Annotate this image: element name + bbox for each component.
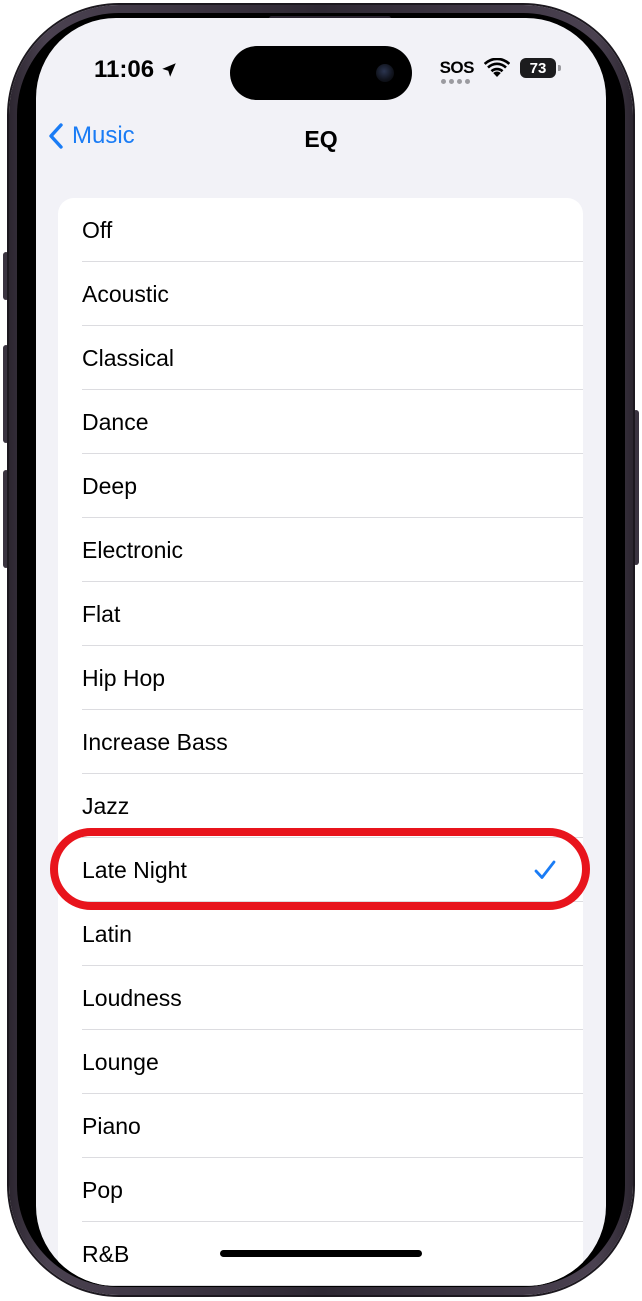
front-camera — [376, 64, 394, 82]
eq-option-label: Deep — [82, 472, 137, 499]
eq-option-label: Off — [82, 216, 113, 243]
eq-option-label: Loudness — [82, 984, 182, 1011]
eq-option-latin[interactable]: Latin — [58, 902, 583, 966]
eq-option-label: Latin — [82, 920, 132, 947]
eq-option-label: Hip Hop — [82, 664, 166, 691]
eq-option-flat[interactable]: Flat — [58, 582, 583, 646]
eq-option-label: Pop — [82, 1176, 123, 1203]
eq-option-label: R&B — [82, 1240, 130, 1267]
eq-option-label: Late Night — [82, 856, 187, 883]
eq-option-hip-hop[interactable]: Hip Hop — [58, 646, 583, 710]
eq-option-label: Flat — [82, 600, 121, 627]
eq-option-label: Piano — [82, 1112, 141, 1139]
eq-option-deep[interactable]: Deep — [58, 454, 583, 518]
eq-option-increase-bass[interactable]: Increase Bass — [58, 710, 583, 774]
signal-dots — [440, 79, 470, 84]
page-title: EQ — [304, 126, 338, 152]
eq-option-electronic[interactable]: Electronic — [58, 518, 583, 582]
eq-option-label: Classical — [82, 344, 175, 371]
checkmark-icon — [534, 860, 556, 879]
power-button — [633, 410, 639, 565]
eq-option-label: Increase Bass — [82, 728, 228, 755]
eq-option-label: Acoustic — [82, 280, 169, 307]
eq-option-label: Dance — [82, 408, 149, 435]
eq-option-label: Jazz — [82, 792, 130, 819]
eq-option-label: Electronic — [82, 536, 183, 563]
eq-option-acoustic[interactable]: Acoustic — [58, 262, 583, 326]
eq-option-piano[interactable]: Piano — [58, 1094, 583, 1158]
sos-label: SOS — [439, 58, 475, 77]
eq-option-off[interactable]: Off — [58, 198, 583, 262]
eq-option-classical[interactable]: Classical — [58, 326, 583, 390]
eq-option-jazz[interactable]: Jazz — [58, 774, 583, 838]
status-time: 11:06 — [94, 56, 178, 84]
screen: 11:06 SOS 73 Music EQ Off Acoustic Class… — [36, 18, 606, 1286]
eq-option-pop[interactable]: Pop — [58, 1158, 583, 1222]
eq-preset-list: Off Acoustic Classical Dance Deep Electr… — [58, 198, 583, 1286]
eq-option-dance[interactable]: Dance — [58, 390, 583, 454]
eq-option-lounge[interactable]: Lounge — [58, 1030, 583, 1094]
battery-icon: 73 — [520, 58, 561, 78]
location-arrow-icon — [162, 63, 176, 77]
battery-level: 73 — [529, 59, 547, 77]
status-time-label: 11:06 — [94, 56, 155, 83]
screenshot: 11:06 SOS 73 Music EQ Off Acoustic Class… — [0, 0, 642, 1301]
sos-indicator: SOS — [439, 58, 475, 84]
status-indicators: SOS 73 — [439, 58, 561, 84]
home-indicator[interactable] — [220, 1250, 422, 1257]
eq-option-late-night[interactable]: Late Night — [58, 838, 583, 902]
eq-option-label: Lounge — [82, 1048, 159, 1075]
eq-option-loudness[interactable]: Loudness — [58, 966, 583, 1030]
dynamic-island — [230, 46, 412, 100]
wifi-icon — [484, 58, 510, 77]
